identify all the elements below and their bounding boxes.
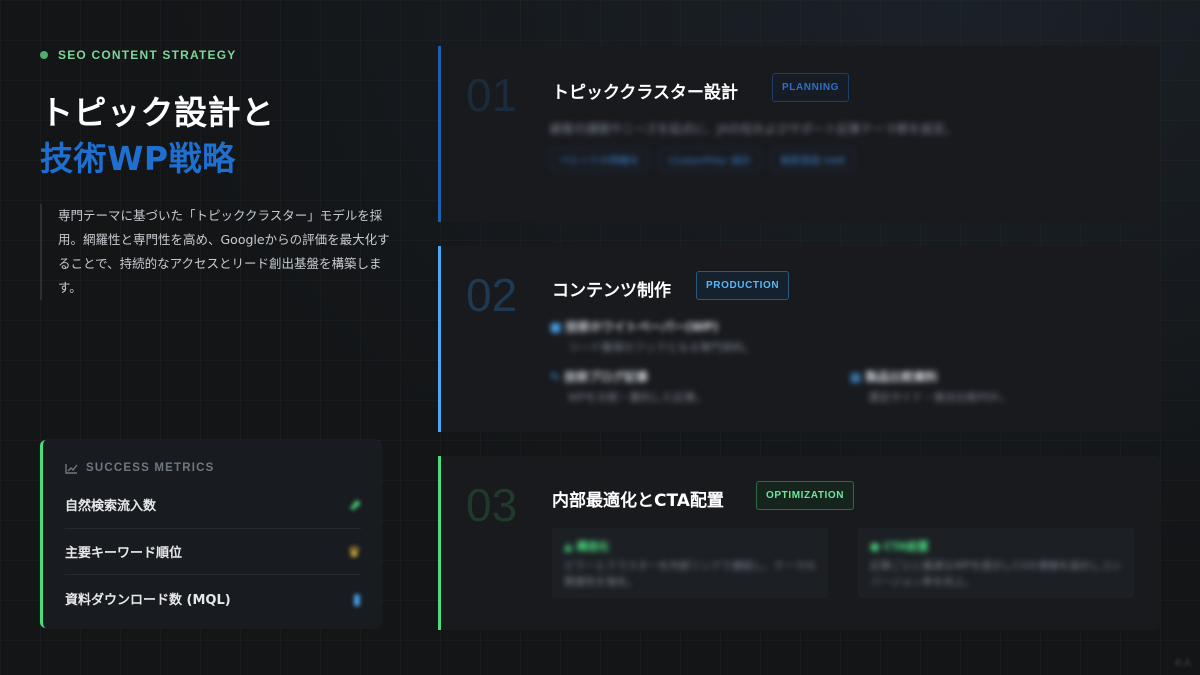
page-title-line1: トピック設計と — [40, 93, 275, 132]
structure-icon: ▲ — [564, 540, 577, 553]
metrics-heading-label: SUCCESS METRICS — [86, 462, 215, 474]
detail-box: ● CTA設置 記事ごとに最適なWPを提示しCVの導線を設計しコンバージョン率を… — [858, 528, 1134, 598]
list-item: ■ 技術ホワイトペーパー(WP) リード獲得のフックとなる専門資料。 — [550, 318, 850, 355]
item-desc: WPを分割・要約した記事。 — [568, 391, 707, 404]
kicker-dot-icon — [40, 51, 48, 59]
chip-list: ペルソナの明確化 ClusterPillar 設計 検索意図 SWE — [550, 148, 861, 171]
compare-icon: ▦ — [850, 370, 866, 384]
item-title: 製品比較資料 — [865, 370, 938, 384]
chip: ClusterPillar 設計 — [659, 148, 761, 171]
card-accent-bar — [438, 46, 441, 222]
step-title: 内部最適化とCTA配置 — [552, 491, 724, 511]
item-title: 技術ブログ記事 — [564, 370, 649, 384]
metric-label: 自然検索流入数 — [65, 499, 157, 514]
step-card-optimization: 03 内部最適化とCTA配置 OPTIMIZATION ▲ 構造化 ピラーとクラ… — [438, 456, 1160, 630]
success-metrics-panel: SUCCESS METRICS 自然検索流入数 ⬈ 主要キーワード順位 ♛ 資料… — [40, 440, 381, 628]
kicker-label: SEO CONTENT STRATEGY — [58, 48, 237, 62]
step-description: 顧客の課題やニーズを起点に、JAの柱およびサポート記事テーマ群を設定。 — [550, 122, 957, 136]
chip: ペルソナの明確化 — [550, 148, 648, 171]
box-desc: 記事ごとに最適なWPを提示しCVの導線を設計しコンバージョン率を向上。 — [870, 560, 1122, 588]
metric-label: 主要キーワード順位 — [65, 546, 183, 561]
item-desc: 選定ガイド・競合比較PDF。 — [868, 391, 1011, 404]
pen-icon: ✎ — [550, 370, 565, 384]
page-title-line2: 技術WP戦略 — [40, 139, 236, 178]
metric-row: 自然検索流入数 ⬈ — [65, 495, 361, 515]
step-title: コンテンツ制作 — [552, 281, 671, 301]
file-download-icon: ▮ — [352, 589, 361, 608]
step-card-production: 02 コンテンツ制作 PRODUCTION ■ 技術ホワイトペーパー(WP) リ… — [438, 246, 1160, 432]
metric-label: 資料ダウンロード数 (MQL) — [65, 593, 231, 608]
card-accent-bar — [438, 246, 441, 432]
status-badge: OPTIMIZATION — [756, 481, 855, 510]
step-card-planning: 01 トピッククラスター設計 PLANNING 顧客の課題やニーズを起点に、JA… — [438, 46, 1160, 222]
step-title: トピッククラスター設計 — [552, 83, 738, 103]
detail-box: ▲ 構造化 ピラーとクラスターを内部リンクで連結し、テーマの関連性を強化。 — [552, 528, 828, 598]
chip: 検索意図 SWE — [771, 148, 855, 171]
divider — [65, 528, 361, 529]
item-desc: リード獲得のフックとなる専門資料。 — [568, 341, 755, 354]
list-item: ✎ 技術ブログ記事 WPを分割・要約した記事。 — [550, 368, 810, 405]
watermark: ©人 — [1173, 659, 1192, 669]
trend-up-icon: ⬈ — [348, 495, 361, 514]
list-item: ▦ 製品比較資料 選定ガイド・競合比較PDF。 — [850, 368, 1110, 405]
section-kicker: SEO CONTENT STRATEGY — [40, 48, 236, 62]
metrics-heading: SUCCESS METRICS — [65, 462, 215, 474]
box-title: CTA設置 — [883, 540, 929, 553]
item-title: 技術ホワイトペーパー(WP) — [565, 320, 719, 334]
step-number: 02 — [466, 269, 518, 321]
status-badge: PRODUCTION — [696, 271, 790, 300]
card-accent-bar — [438, 456, 441, 630]
metric-row: 主要キーワード順位 ♛ — [65, 542, 361, 562]
box-title: 構造化 — [576, 540, 610, 553]
status-badge: PLANNING — [772, 73, 850, 102]
divider — [65, 574, 361, 575]
document-icon: ■ — [550, 320, 566, 334]
box-desc: ピラーとクラスターを内部リンクで連結し、テーマの関連性を強化。 — [564, 560, 816, 588]
chart-icon — [65, 463, 78, 474]
step-number: 01 — [466, 69, 518, 121]
crown-icon: ♛ — [347, 542, 361, 561]
step-number: 03 — [466, 479, 518, 531]
metric-row: 資料ダウンロード数 (MQL) ▮ — [65, 589, 361, 609]
cta-icon: ● — [870, 540, 884, 553]
page-description: 専門テーマに基づいた「トピッククラスター」モデルを採用。網羅性と専門性を高め、G… — [40, 204, 400, 300]
